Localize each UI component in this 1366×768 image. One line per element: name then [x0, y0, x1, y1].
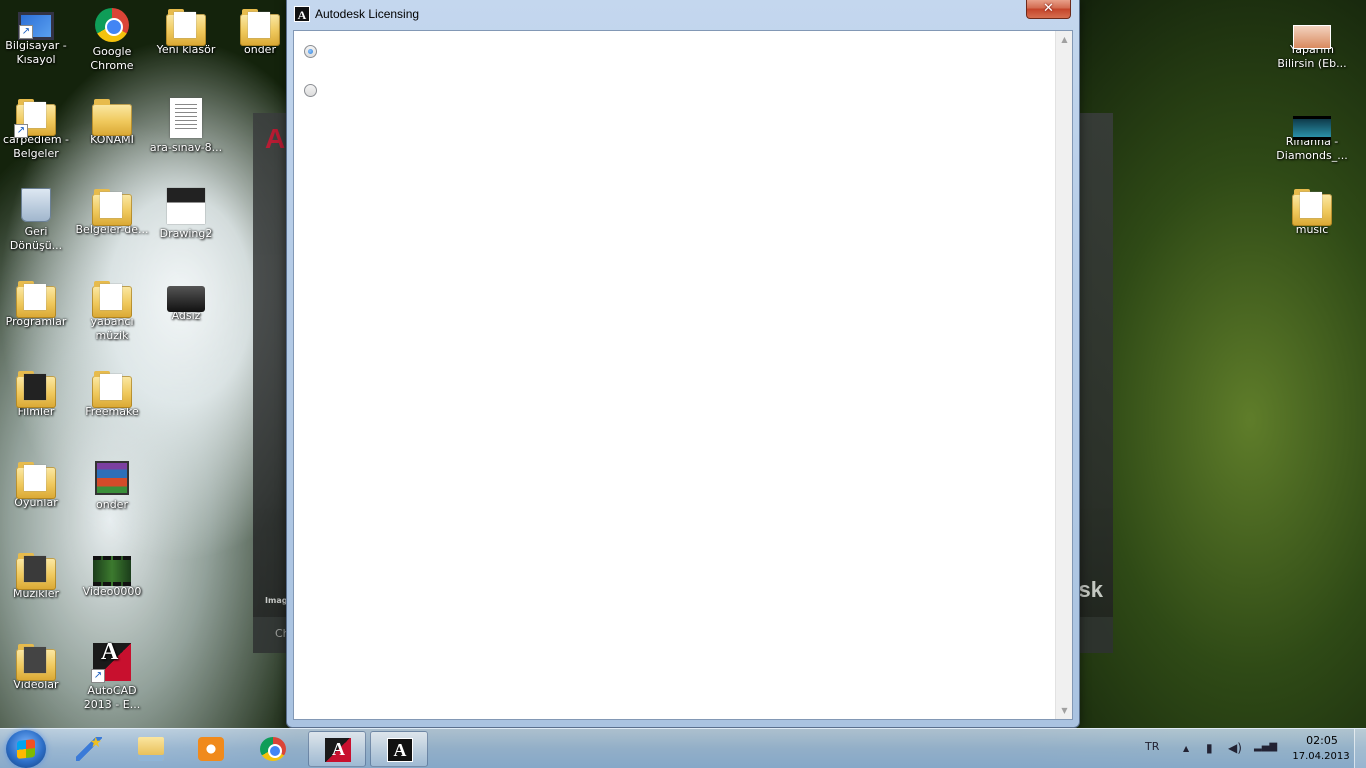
document-icon: [170, 98, 202, 138]
computer-icon: [18, 12, 54, 40]
close-button[interactable]: ✕: [1026, 0, 1071, 19]
desktop-icon-freemake[interactable]: Freemake: [74, 370, 150, 419]
vertical-scrollbar[interactable]: ▲ ▼: [1055, 31, 1072, 719]
folder-icon: [1292, 189, 1332, 226]
close-icon: ✕: [1043, 1, 1054, 16]
taskbar-chrome-button[interactable]: [244, 731, 302, 767]
dialog-titlebar[interactable]: A Autodesk Licensing ✕: [287, 0, 1079, 30]
explorer-icon: [138, 737, 164, 761]
chrome-icon: [260, 737, 286, 761]
radio-option-1[interactable]: [304, 45, 317, 58]
scroll-up-button[interactable]: ▲: [1056, 31, 1073, 48]
desktop-icon-label: onder: [96, 498, 128, 511]
desktop-icon-label: Geri Dönüşü...: [9, 225, 63, 252]
desktop-icon-yeni-klasor[interactable]: Yeni klasör: [148, 8, 224, 57]
dialog-title: Autodesk Licensing: [315, 7, 420, 21]
taskbar-wizard-button[interactable]: [60, 731, 118, 767]
desktop-icon-label: Drawing2: [159, 227, 213, 240]
folder-icon: [16, 644, 56, 681]
folder-icon: [16, 281, 56, 318]
folder-icon: [92, 99, 132, 136]
autodesk-licensing-icon: A: [387, 738, 413, 762]
folder-icon: [16, 553, 56, 590]
folder-shortcut-icon: [14, 99, 56, 138]
folder-icon: [166, 9, 206, 46]
desktop-icon-filmler[interactable]: Filmler: [0, 370, 74, 419]
desktop-icon-autocad[interactable]: A AutoCAD 2013 - E...: [74, 640, 150, 712]
desktop-icon-belgeler[interactable]: Belgeler-de...: [74, 188, 150, 237]
desktop-icon-drawing2[interactable]: Drawing2: [148, 188, 224, 241]
folder-icon: [92, 371, 132, 408]
autodesk-brand-text: sk: [1078, 577, 1103, 602]
desktop-icon-yabanci-muzik[interactable]: yabancı müzik: [74, 280, 150, 343]
splash-image-label: Imag: [265, 596, 288, 605]
system-tray: TR ▲ ▮ ◀) ▂▄▆ 02:05 17.04.2013: [1136, 729, 1366, 768]
folder-icon: [16, 462, 56, 499]
camera-icon: [167, 286, 205, 312]
desktop-icon-video0000[interactable]: Video0000: [74, 552, 150, 599]
winrar-icon: [95, 461, 129, 495]
chevron-up-icon: ▲: [1061, 35, 1068, 44]
show-desktop-button[interactable]: [1354, 729, 1366, 768]
taskbar: A TR ▲ ▮ ◀) ▂▄▆ 02:05 17.04.2013: [0, 728, 1366, 768]
desktop-icon-konami[interactable]: KONAMI: [74, 98, 150, 147]
folder-icon: [92, 189, 132, 226]
start-button[interactable]: [6, 730, 46, 768]
image-icon: [1294, 26, 1330, 48]
clock-time[interactable]: 02:05: [1292, 734, 1352, 747]
network-icon[interactable]: ▂▄▆: [1254, 741, 1277, 752]
desktop-icon-carpediem[interactable]: carpediem - Belgeler: [0, 98, 74, 161]
desktop-icon-label: ara-sınav-8...: [149, 141, 223, 154]
film-icon: [1293, 116, 1331, 140]
taskbar-media-player-button[interactable]: [182, 731, 240, 767]
desktop-icon-muzikler[interactable]: Müzikler: [0, 552, 74, 601]
media-player-icon: [198, 737, 224, 761]
desktop-icon-computer[interactable]: Bilgisayar - Kısayol: [0, 8, 74, 67]
clock-date[interactable]: 17.04.2013: [1286, 751, 1356, 762]
folder-icon: [92, 281, 132, 318]
folder-icon: [16, 371, 56, 408]
desktop-icon-label: Video0000: [82, 585, 142, 598]
desktop-icon-rihanna[interactable]: Rihanna - Diamonds_...: [1274, 108, 1350, 163]
video-icon: [93, 556, 131, 586]
scroll-down-button[interactable]: ▼: [1056, 702, 1073, 719]
language-indicator[interactable]: TR: [1145, 740, 1159, 753]
windows-logo-icon: [17, 739, 35, 759]
desktop-icon-label: AutoCAD 2013 - E...: [83, 684, 141, 711]
taskbar-explorer-button[interactable]: [122, 731, 180, 767]
desktop-icon-label: Google Chrome: [90, 45, 134, 72]
desktop-icon-music[interactable]: music: [1274, 188, 1350, 237]
desktop-icon-adsiz[interactable]: Adsız: [148, 280, 224, 323]
desktop-icon-videolar[interactable]: Videolar: [0, 643, 74, 692]
desktop-icon-recycle-bin[interactable]: Geri Dönüşü...: [0, 188, 74, 253]
taskbar-autocad-button[interactable]: [308, 731, 366, 767]
autodesk-licensing-dialog: A Autodesk Licensing ✕ ▲ ▼: [286, 0, 1080, 728]
drawing-icon: [167, 188, 205, 224]
autocad-icon: A: [91, 640, 131, 683]
desktop-icon-onder-rar[interactable]: onder: [74, 461, 150, 512]
folder-icon: [240, 9, 280, 46]
autodesk-app-icon[interactable]: A: [294, 6, 310, 22]
autocad-logo: A: [265, 123, 286, 154]
desktop-icon-ara-sinav[interactable]: ara-sınav-8...: [148, 98, 224, 155]
desktop-icon-chrome[interactable]: Google Chrome: [74, 8, 150, 73]
desktop-icon-yaparim[interactable]: Yaparım Bilirsin (Eb...: [1274, 18, 1350, 71]
desktop-icon-label: yabancı müzik: [90, 315, 134, 342]
radio-option-2[interactable]: [304, 84, 317, 97]
desktop-icon-programlar[interactable]: Programlar: [0, 280, 74, 329]
show-hidden-icons-button[interactable]: ▲: [1183, 744, 1189, 753]
wizard-icon: [76, 735, 102, 761]
volume-icon[interactable]: ◀): [1228, 741, 1242, 755]
taskbar-licensing-button[interactable]: A: [370, 731, 428, 767]
chrome-icon: [95, 8, 129, 42]
desktop-icon-label: carpediem - Belgeler: [2, 133, 70, 160]
power-icon[interactable]: ▮: [1206, 741, 1213, 755]
desktop-icon-label: Bilgisayar - Kısayol: [5, 39, 67, 66]
recycle-bin-icon: [21, 188, 51, 222]
chevron-down-icon: ▼: [1061, 706, 1068, 715]
dialog-content: ▲ ▼: [293, 30, 1073, 720]
autocad-icon: [325, 738, 351, 762]
desktop-icon-oyunlar[interactable]: Oyunlar: [0, 461, 74, 510]
